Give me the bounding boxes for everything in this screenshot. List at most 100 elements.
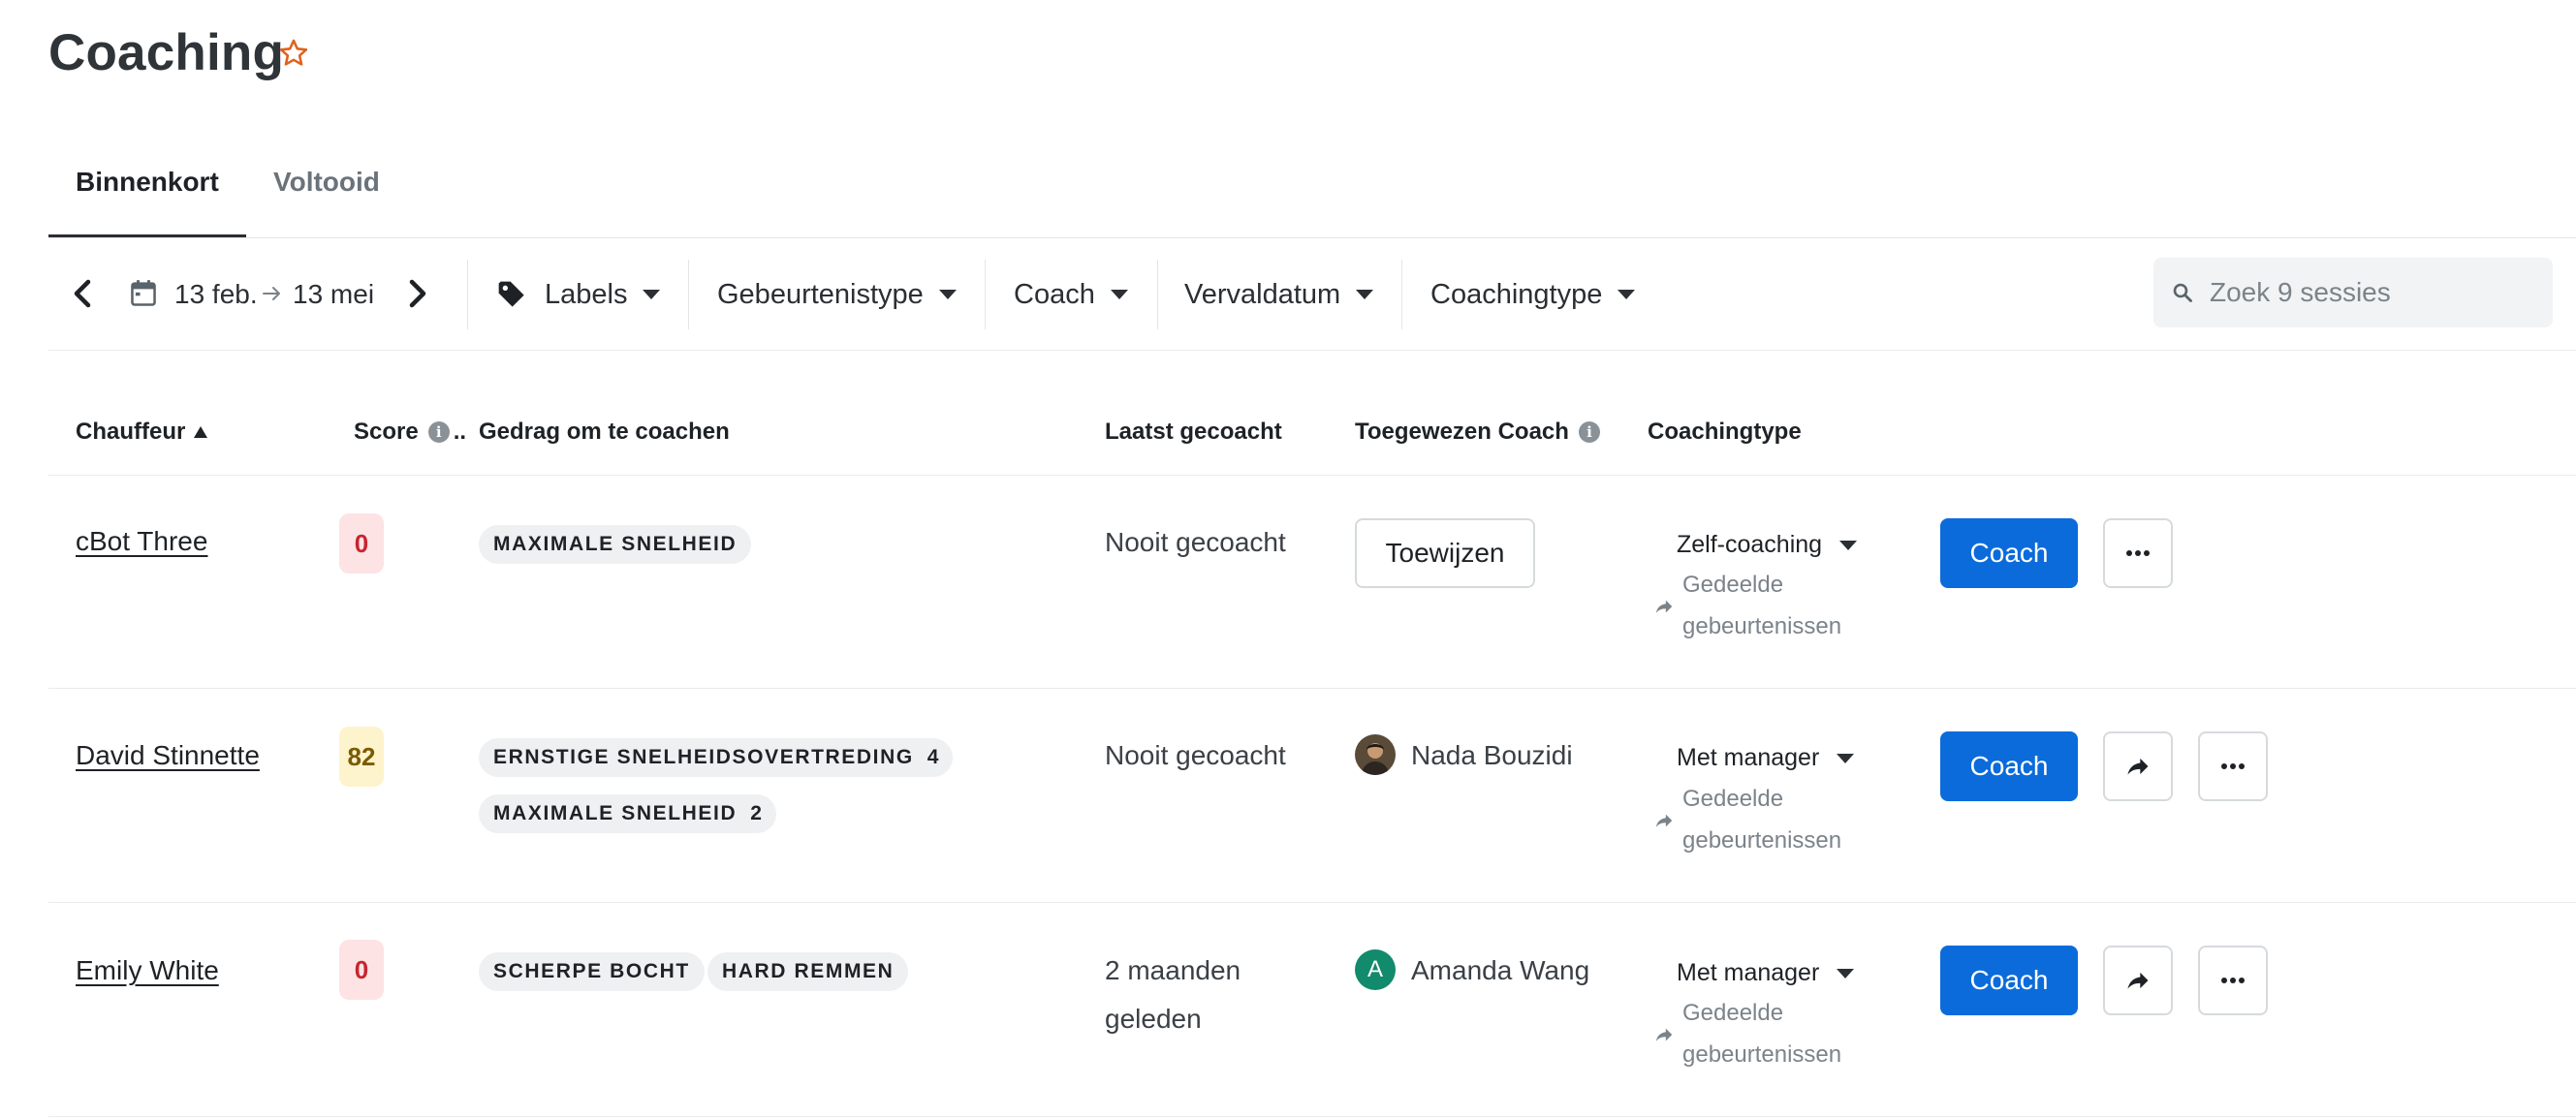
last-coached: Nooit gecoacht [1105,740,1286,770]
driver-link[interactable]: Emily White [76,955,219,986]
coaching-type-select[interactable]: Zelf-coaching [1677,531,1858,559]
score-badge: 82 [339,727,384,787]
filter-separator [688,260,689,329]
shared-events-label[interactable]: Gedeelde [1682,564,1783,606]
share-icon [1655,1028,1673,1041]
caret-down-icon [1618,290,1636,299]
last-coached: 2 maanden [1105,955,1241,985]
caret-down-icon [1110,290,1128,299]
chevron-left-icon[interactable] [72,279,93,308]
column-header-driver-label: Chauffeur [76,419,186,445]
behavior-tag-label: ERNSTIGE SNELHEIDSOVERTREDING [493,746,914,768]
date-range-start[interactable]: 13 feb. [174,279,258,310]
behavior-tag: MAXIMALE SNELHEID [479,525,752,564]
column-header-behavior[interactable]: Gedrag om te coachen [479,419,730,446]
column-header-score-label: Score [354,419,419,445]
more-horizontal-icon [2126,550,2150,556]
score-badge: 0 [339,513,384,574]
caret-down-icon [1837,753,1855,763]
behavior-tag: HARD REMMEN [707,952,909,991]
avatar [1355,734,1396,775]
arrow-right-icon [263,287,280,300]
share-icon [1655,814,1673,827]
coaching-type-value: Zelf-coaching [1677,531,1823,558]
search-box[interactable] [2153,258,2553,327]
last-coached: geleden [1105,1004,1202,1034]
row-divider [48,902,2576,903]
assigned-coach-name: Nada Bouzidi [1411,740,1573,770]
behavior-tag-count: 4 [927,746,939,768]
coach-button[interactable]: Coach [1940,518,2078,588]
column-header-assigned-coach[interactable]: Toegewezen Coach i [1355,419,1600,446]
labels-filter-label: Labels [545,278,628,310]
share-icon [2127,758,2149,775]
behavior-tag-label: HARD REMMEN [722,960,895,982]
info-icon[interactable]: i [427,421,450,443]
date-range-end[interactable]: 13 mei [293,279,374,310]
chevron-right-icon[interactable] [407,279,428,308]
labels-filter[interactable]: Labels [496,273,661,316]
caret-down-icon [1356,290,1374,299]
filter-separator [985,260,986,329]
score-badge: 0 [339,940,384,1000]
search-icon [2173,283,2192,302]
event-type-filter[interactable]: Gebeurtenistype [717,273,957,316]
coaching-type-select[interactable]: Met manager [1677,959,1855,987]
share-button[interactable] [2103,731,2173,801]
caret-down-icon [1837,968,1855,978]
sort-ascending-icon [194,426,208,438]
share-button[interactable] [2103,946,2173,1015]
truncation-ellipsis: .. [453,419,467,445]
driver-link[interactable]: David Stinnette [76,740,260,771]
column-header-assigned-coach-label: Toegewezen Coach [1355,419,1569,445]
coaching-type-filter-label: Coachingtype [1430,278,1603,310]
search-input[interactable] [2208,276,2541,309]
share-icon [2127,972,2149,989]
driver-link[interactable]: cBot Three [76,526,207,557]
more-options-button[interactable] [2103,518,2173,588]
coach-button[interactable]: Coach [1940,731,2078,801]
caret-down-icon [938,290,957,299]
filter-separator [467,260,468,329]
info-icon[interactable]: i [1578,421,1600,443]
coach-button[interactable]: Coach [1940,946,2078,1015]
column-header-coaching-type[interactable]: Coachingtype [1648,419,1802,446]
tabs-divider [48,237,2576,238]
coach-filter[interactable]: Coach [1014,273,1128,316]
tag-icon [498,281,524,307]
behavior-tag: ERNSTIGE SNELHEIDSOVERTREDING 4 [479,738,954,777]
behavior-tag-label: SCHERPE BOCHT [493,960,690,982]
column-header-score[interactable]: Score i .. [354,419,466,446]
shared-events-label[interactable]: gebeurtenissen [1682,606,1841,647]
calendar-icon [131,280,156,306]
tab-binnenkort[interactable]: Binnenkort [76,167,219,198]
column-header-driver[interactable]: Chauffeur [76,419,208,446]
row-divider [48,688,2576,689]
column-header-last-coached[interactable]: Laatst gecoacht [1105,419,1282,446]
event-type-filter-label: Gebeurtenistype [717,278,924,310]
coach-filter-label: Coach [1014,278,1095,310]
more-options-button[interactable] [2198,946,2268,1015]
shared-events-label[interactable]: Gedeelde [1682,778,1783,820]
tab-voltooid[interactable]: Voltooid [273,167,380,198]
coaching-type-filter[interactable]: Coachingtype [1430,273,1636,316]
more-horizontal-icon [2221,763,2245,769]
behavior-tag-label: MAXIMALE SNELHEID [493,802,738,824]
page-title: Coaching [48,24,285,81]
caret-down-icon [1839,540,1858,550]
shared-events-label[interactable]: gebeurtenissen [1682,1034,1841,1075]
coaching-type-value: Met manager [1677,959,1820,986]
behavior-tag-count: 2 [750,802,762,824]
behavior-tag-label: MAXIMALE SNELHEID [493,533,738,555]
coaching-type-value: Met manager [1677,744,1820,771]
shared-events-label[interactable]: gebeurtenissen [1682,820,1841,861]
assign-coach-button[interactable]: Toewijzen [1355,518,1535,588]
star-outline-icon[interactable] [277,37,310,70]
shared-events-label[interactable]: Gedeelde [1682,992,1783,1034]
more-horizontal-icon [2221,978,2245,983]
coaching-type-select[interactable]: Met manager [1677,744,1855,772]
due-date-filter[interactable]: Vervaldatum [1184,273,1374,316]
filter-separator [1401,260,1402,329]
assigned-coach-name: Amanda Wang [1411,955,1590,985]
more-options-button[interactable] [2198,731,2268,801]
